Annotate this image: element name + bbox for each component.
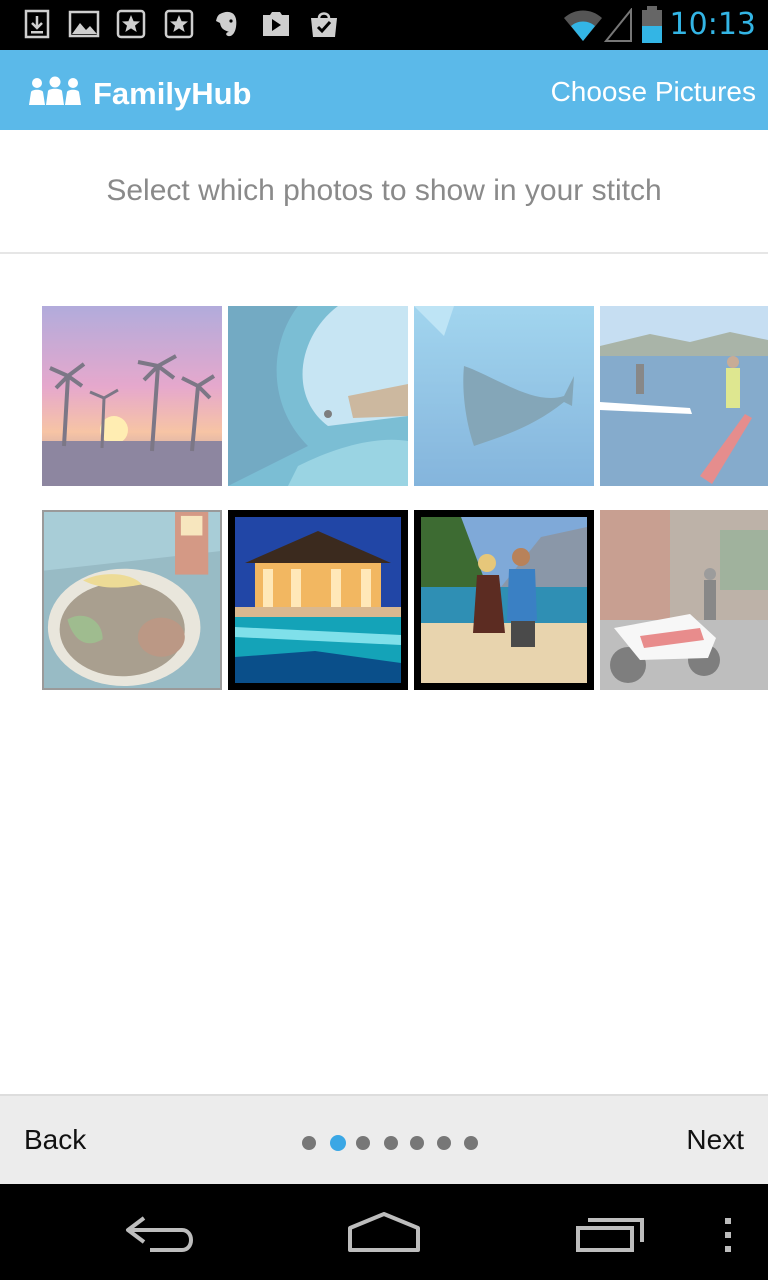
- clock: 10:13: [669, 7, 756, 42]
- signal-icon: [604, 8, 632, 42]
- home-icon[interactable]: [344, 1210, 424, 1254]
- star-box-icon: [164, 9, 194, 39]
- page-dot-7: [464, 1136, 478, 1150]
- system-navigation-bar: [0, 1184, 768, 1280]
- page-dot-3: [356, 1136, 370, 1150]
- photo-whale-underwater[interactable]: [414, 306, 594, 486]
- play-store-icon: [263, 12, 289, 36]
- status-bar: 10:13: [0, 0, 768, 50]
- recent-apps-icon[interactable]: [574, 1214, 646, 1254]
- action-bar: FamilyHub Choose Pictures: [0, 50, 768, 130]
- photo-resort-pool[interactable]: [228, 510, 408, 690]
- overflow-menu-icon[interactable]: [722, 1218, 734, 1252]
- page-dot-5: [410, 1136, 424, 1150]
- wifi-icon: [564, 10, 602, 41]
- page-dot-6: [437, 1136, 451, 1150]
- photo-police-motorcycle[interactable]: [600, 510, 768, 690]
- photo-surf-wave[interactable]: [228, 306, 408, 486]
- back-button[interactable]: Back: [24, 1120, 86, 1160]
- evernote-icon: [216, 11, 237, 37]
- shopping-bag-icon: [311, 12, 337, 37]
- page-dot-2-active: [330, 1135, 346, 1151]
- screen-title: Choose Pictures: [550, 76, 756, 107]
- photo-sunset-palms[interactable]: [42, 306, 222, 486]
- photo-paddle-board[interactable]: [600, 306, 768, 486]
- download-icon: [24, 9, 50, 39]
- photo-beach-couple[interactable]: [414, 510, 594, 690]
- page-dot-4: [384, 1136, 398, 1150]
- page-dot-1: [302, 1136, 316, 1150]
- photo-food-plate[interactable]: [42, 510, 222, 690]
- next-button[interactable]: Next: [686, 1120, 744, 1160]
- app-title[interactable]: FamilyHub: [93, 74, 251, 114]
- instruction-header: Select which photos to show in your stit…: [0, 130, 768, 254]
- battery-icon: [642, 6, 662, 43]
- image-icon: [68, 10, 100, 38]
- family-icon: [29, 76, 81, 105]
- back-icon[interactable]: [124, 1210, 196, 1254]
- star-box-icon: [116, 9, 146, 39]
- instruction-text: Select which photos to show in your stit…: [106, 174, 662, 207]
- wizard-bottom-bar: Back Next: [0, 1094, 768, 1184]
